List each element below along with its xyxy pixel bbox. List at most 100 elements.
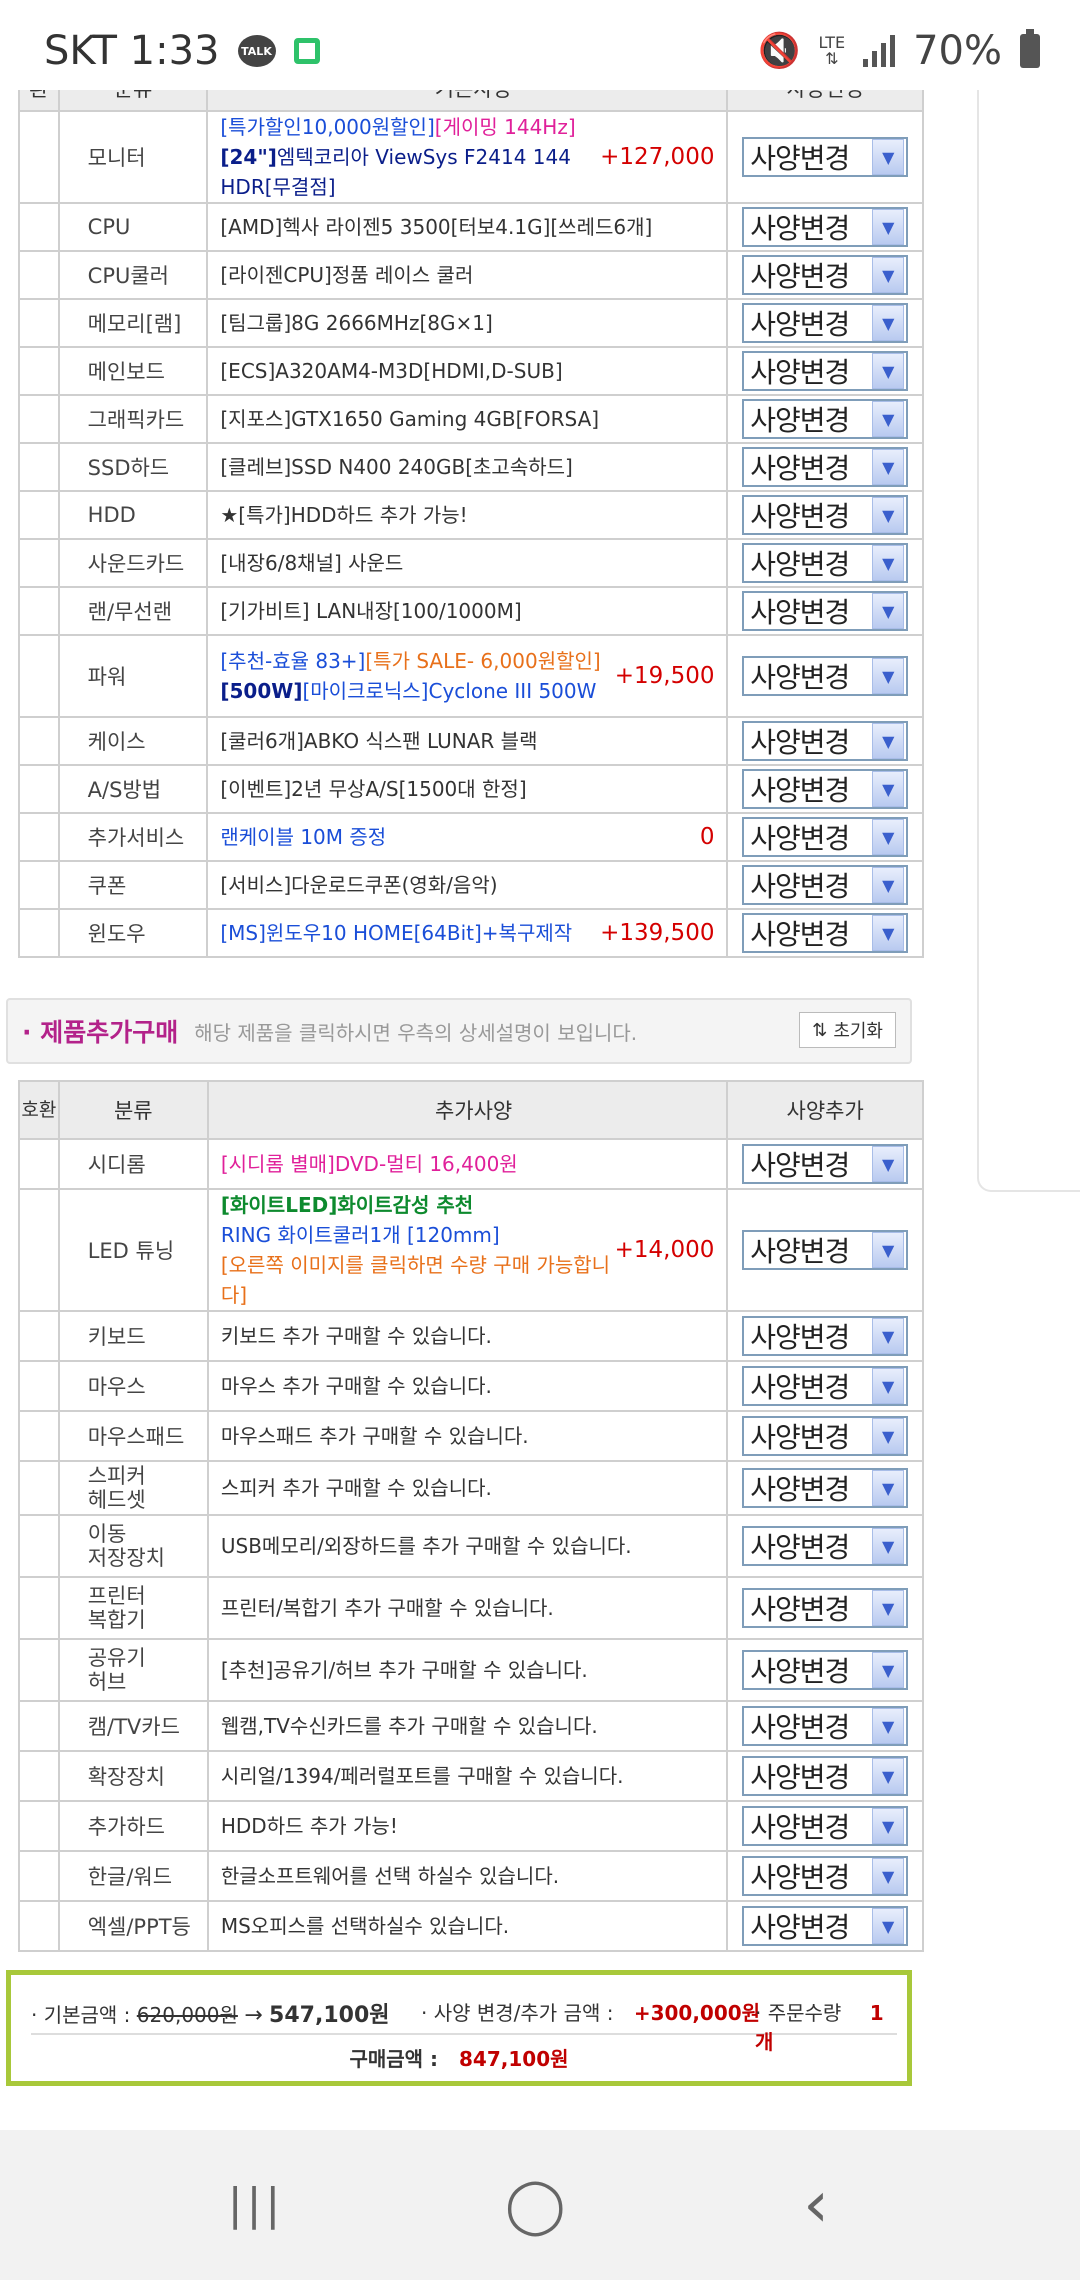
spec-change-select-s14[interactable]: 사양변경 ▼: [742, 865, 909, 905]
spec-change-select-s15[interactable]: 사양변경 ▼: [742, 913, 909, 953]
spec-change-select-a6[interactable]: 사양변경 ▼: [742, 1526, 909, 1566]
reset-button[interactable]: ⇅ 초기화: [799, 1012, 896, 1048]
category-cell: 메모리[램]: [57, 298, 209, 348]
spec-change-cell: 사양변경 ▼: [726, 1188, 924, 1312]
table-row[interactable]: 메인보드 [ECS]A320AM4-M3D[HDMI,D-SUB] 사양변경 ▼: [18, 346, 924, 396]
table-row[interactable]: CPU [AMD]헥사 라이젠5 3500[터보4.1G][쓰레드6개] 사양변경 ▼: [18, 202, 924, 252]
spec-change-select-s8[interactable]: 사양변경 ▼: [742, 543, 909, 583]
spec-change-select-s7[interactable]: 사양변경 ▼: [742, 495, 909, 535]
spec-cell: [라이젠CPU]정품 레이스 쿨러: [206, 250, 729, 300]
chevron-down-icon: ▼: [872, 1232, 905, 1268]
category-cell: 메인보드: [57, 346, 209, 396]
recent-apps-button[interactable]: |||: [226, 2180, 286, 2230]
chevron-down-icon: ▼: [872, 658, 905, 694]
spec-change-select-a11[interactable]: 사양변경 ▼: [742, 1806, 909, 1846]
spec-change-select-a13[interactable]: 사양변경 ▼: [742, 1906, 909, 1946]
spec-change-select-s11[interactable]: 사양변경 ▼: [742, 721, 909, 761]
spec-cell: 웹캠,TV수신카드를 추가 구매할 수 있습니다.: [206, 1700, 729, 1752]
notification-square-icon: [293, 38, 320, 64]
table-row[interactable]: 쿠폰 [서비스]다운로드쿠폰(영화/음악) 사양변경 ▼: [18, 860, 924, 910]
spec-change-select-s9[interactable]: 사양변경 ▼: [742, 591, 909, 631]
spec-change-select-a2[interactable]: 사양변경 ▼: [742, 1316, 909, 1356]
table-row[interactable]: 모니터 [특가할인10,000원할인][게이밍 144Hz] [24"]엠텍코리아 …: [18, 110, 924, 204]
chevron-down-icon: ▼: [872, 139, 905, 175]
table-row[interactable]: 사운드카드 [내장6/8채널] 사운드 사양변경 ▼: [18, 538, 924, 588]
spec-change-cell: 사양변경 ▼: [726, 1576, 924, 1640]
spec-change-select-a9[interactable]: 사양변경 ▼: [742, 1706, 909, 1746]
table-row[interactable]: 추가하드 HDD하드 추가 가능! 사양변경 ▼: [18, 1800, 924, 1852]
spec-change-select-a0[interactable]: 사양변경 ▼: [742, 1144, 909, 1184]
battery-icon: [1020, 29, 1040, 68]
spec-change-select-a12[interactable]: 사양변경 ▼: [742, 1856, 909, 1896]
table-row[interactable]: 한글/워드 한글소프트웨어를 선택 하실수 있습니다. 사양변경 ▼: [18, 1850, 924, 1902]
spec-change-select-a5[interactable]: 사양변경 ▼: [742, 1468, 909, 1508]
table-row[interactable]: 프린터 복합기 프린터/복합기 추가 구매할 수 있습니다. 사양변경 ▼: [18, 1576, 924, 1640]
category-cell: 파워: [57, 634, 209, 718]
spec-cell: USB메모리/외장하드를 추가 구매할 수 있습니다.: [206, 1514, 729, 1578]
summary-row: · 기본금액 : 620,000원 → 547,100원 · 사양 변경/추가 …: [31, 1997, 897, 2054]
spec-change-select-s3[interactable]: 사양변경 ▼: [742, 303, 909, 343]
table-row[interactable]: 랜/무선랜 [기가비트] LAN내장[100/1000M] 사양변경 ▼: [18, 586, 924, 636]
spec-change-select-s10[interactable]: 사양변경 ▼: [742, 656, 909, 696]
category-cell: A/S방법: [57, 764, 209, 814]
spec-change-select-s1[interactable]: 사양변경 ▼: [742, 207, 909, 247]
table-row[interactable]: LED 튜닝 [화이트LED]화이트감성 추천 RING 화이트쿨러1개 [120m…: [18, 1188, 924, 1312]
table-row[interactable]: 케이스 [쿨러6개]ABKO 식스팬 LUNAR 블랙 사양변경 ▼: [18, 716, 924, 766]
table-row[interactable]: HDD ★[특가]HDD하드 추가 가능! 사양변경 ▼: [18, 490, 924, 540]
compat-cell: [18, 1514, 60, 1578]
table-row[interactable]: 스피커 헤드셋 스피커 추가 구매할 수 있습니다. 사양변경 ▼: [18, 1460, 924, 1516]
spec-change-select-s0[interactable]: 사양변경 ▼: [742, 137, 909, 177]
spec-change-select-s4[interactable]: 사양변경 ▼: [742, 351, 909, 391]
spec-cell: 마우스 추가 구매할 수 있습니다.: [206, 1360, 729, 1412]
spec-change-select-s13[interactable]: 사양변경 ▼: [742, 817, 909, 857]
table-row[interactable]: CPU쿨러 [라이젠CPU]정품 레이스 쿨러 사양변경 ▼: [18, 250, 924, 300]
back-button[interactable]: ‹: [786, 2173, 846, 2237]
chevron-down-icon: ▼: [872, 305, 905, 341]
table-row[interactable]: 확장장치 시리얼/1394/페러럴포트를 구매할 수 있습니다. 사양변경 ▼: [18, 1750, 924, 1802]
table-row[interactable]: 마우스패드 마우스패드 추가 구매할 수 있습니다. 사양변경 ▼: [18, 1410, 924, 1462]
table-row[interactable]: 윈도우 [MS]윈도우10 HOME[64Bit]+복구제작 +139,500 사양변…: [18, 908, 924, 958]
price-delta: +14,000: [614, 1237, 715, 1263]
chevron-down-icon: ▼: [872, 1808, 905, 1844]
home-button[interactable]: ◯: [505, 2178, 565, 2232]
spec-change-select-a10[interactable]: 사양변경 ▼: [742, 1756, 909, 1796]
spec-change-select-a3[interactable]: 사양변경 ▼: [742, 1366, 909, 1406]
table-row[interactable]: 캠/TV카드 웹캠,TV수신카드를 추가 구매할 수 있습니다. 사양변경 ▼: [18, 1700, 924, 1752]
table-row[interactable]: 키보드 키보드 추가 구매할 수 있습니다. 사양변경 ▼: [18, 1310, 924, 1362]
category-cell: 공유기 허브: [57, 1638, 209, 1702]
category-cell: CPU: [57, 202, 209, 252]
spec-change-select-s2[interactable]: 사양변경 ▼: [742, 255, 909, 295]
chevron-down-icon: ▼: [872, 1418, 905, 1454]
table-row[interactable]: 공유기 허브 [추천]공유기/허브 추가 구매할 수 있습니다. 사양변경 ▼: [18, 1638, 924, 1702]
chevron-down-icon: ▼: [872, 209, 905, 245]
spec-change-select-a7[interactable]: 사양변경 ▼: [742, 1588, 909, 1628]
spec-change-cell: 사양변경 ▼: [726, 634, 924, 718]
table-row[interactable]: 시디롬 [시디롬 별매]DVD-멀티 16,400원 사양변경 ▼: [18, 1138, 924, 1190]
price-delta: +127,000: [600, 144, 715, 170]
compat-cell: [18, 1638, 60, 1702]
table-row[interactable]: 파워 [추천-효율 83+][특가 SALE- 6,000원할인] [500W][마…: [18, 634, 924, 718]
spec-change-select-a1[interactable]: 사양변경 ▼: [742, 1230, 909, 1270]
category-cell: 추가하드: [57, 1800, 209, 1852]
compat-cell: [18, 764, 60, 814]
category-cell: 한글/워드: [57, 1850, 209, 1902]
header-spec-add: 사양추가: [726, 1080, 924, 1140]
table-row[interactable]: 메모리[램] [팀그룹]8G 2666MHz[8G×1] 사양변경 ▼: [18, 298, 924, 348]
spec-change-select-a8[interactable]: 사양변경 ▼: [742, 1650, 909, 1690]
compat-cell: [18, 908, 60, 958]
spec-change-select-s5[interactable]: 사양변경 ▼: [742, 399, 909, 439]
spec-change-select-s6[interactable]: 사양변경 ▼: [742, 447, 909, 487]
compat-cell: [18, 634, 60, 718]
table-row[interactable]: 추가서비스 랜케이블 10M 증정 0 사양변경 ▼: [18, 812, 924, 862]
table-row[interactable]: 엑셀/PPT등 MS오피스를 선택하실수 있습니다. 사양변경 ▼: [18, 1900, 924, 1952]
table-row[interactable]: 그래픽카드 [지포스]GTX1650 Gaming 4GB[FORSA] 사양변경 ▼: [18, 394, 924, 444]
table-row[interactable]: SSD하드 [클레브]SSD N400 240GB[초고속하드] 사양변경 ▼: [18, 442, 924, 492]
table-row[interactable]: A/S방법 [이벤트]2년 무상A/S[1500대 한정] 사양변경 ▼: [18, 764, 924, 814]
spec-change-select-a4[interactable]: 사양변경 ▼: [742, 1416, 909, 1456]
table-row[interactable]: 이동 저장장치 USB메모리/외장하드를 추가 구매할 수 있습니다. 사양변경 ▼: [18, 1514, 924, 1578]
chevron-down-icon: ▼: [872, 819, 905, 855]
table-row[interactable]: 마우스 마우스 추가 구매할 수 있습니다. 사양변경 ▼: [18, 1360, 924, 1412]
spec-change-cell: 사양변경 ▼: [726, 812, 924, 862]
spec-change-select-s12[interactable]: 사양변경 ▼: [742, 769, 909, 809]
spec-table: 환 분류 기본사양 사양변경 모니터[특가할인10,000원할인][게이밍 14…: [18, 90, 924, 958]
